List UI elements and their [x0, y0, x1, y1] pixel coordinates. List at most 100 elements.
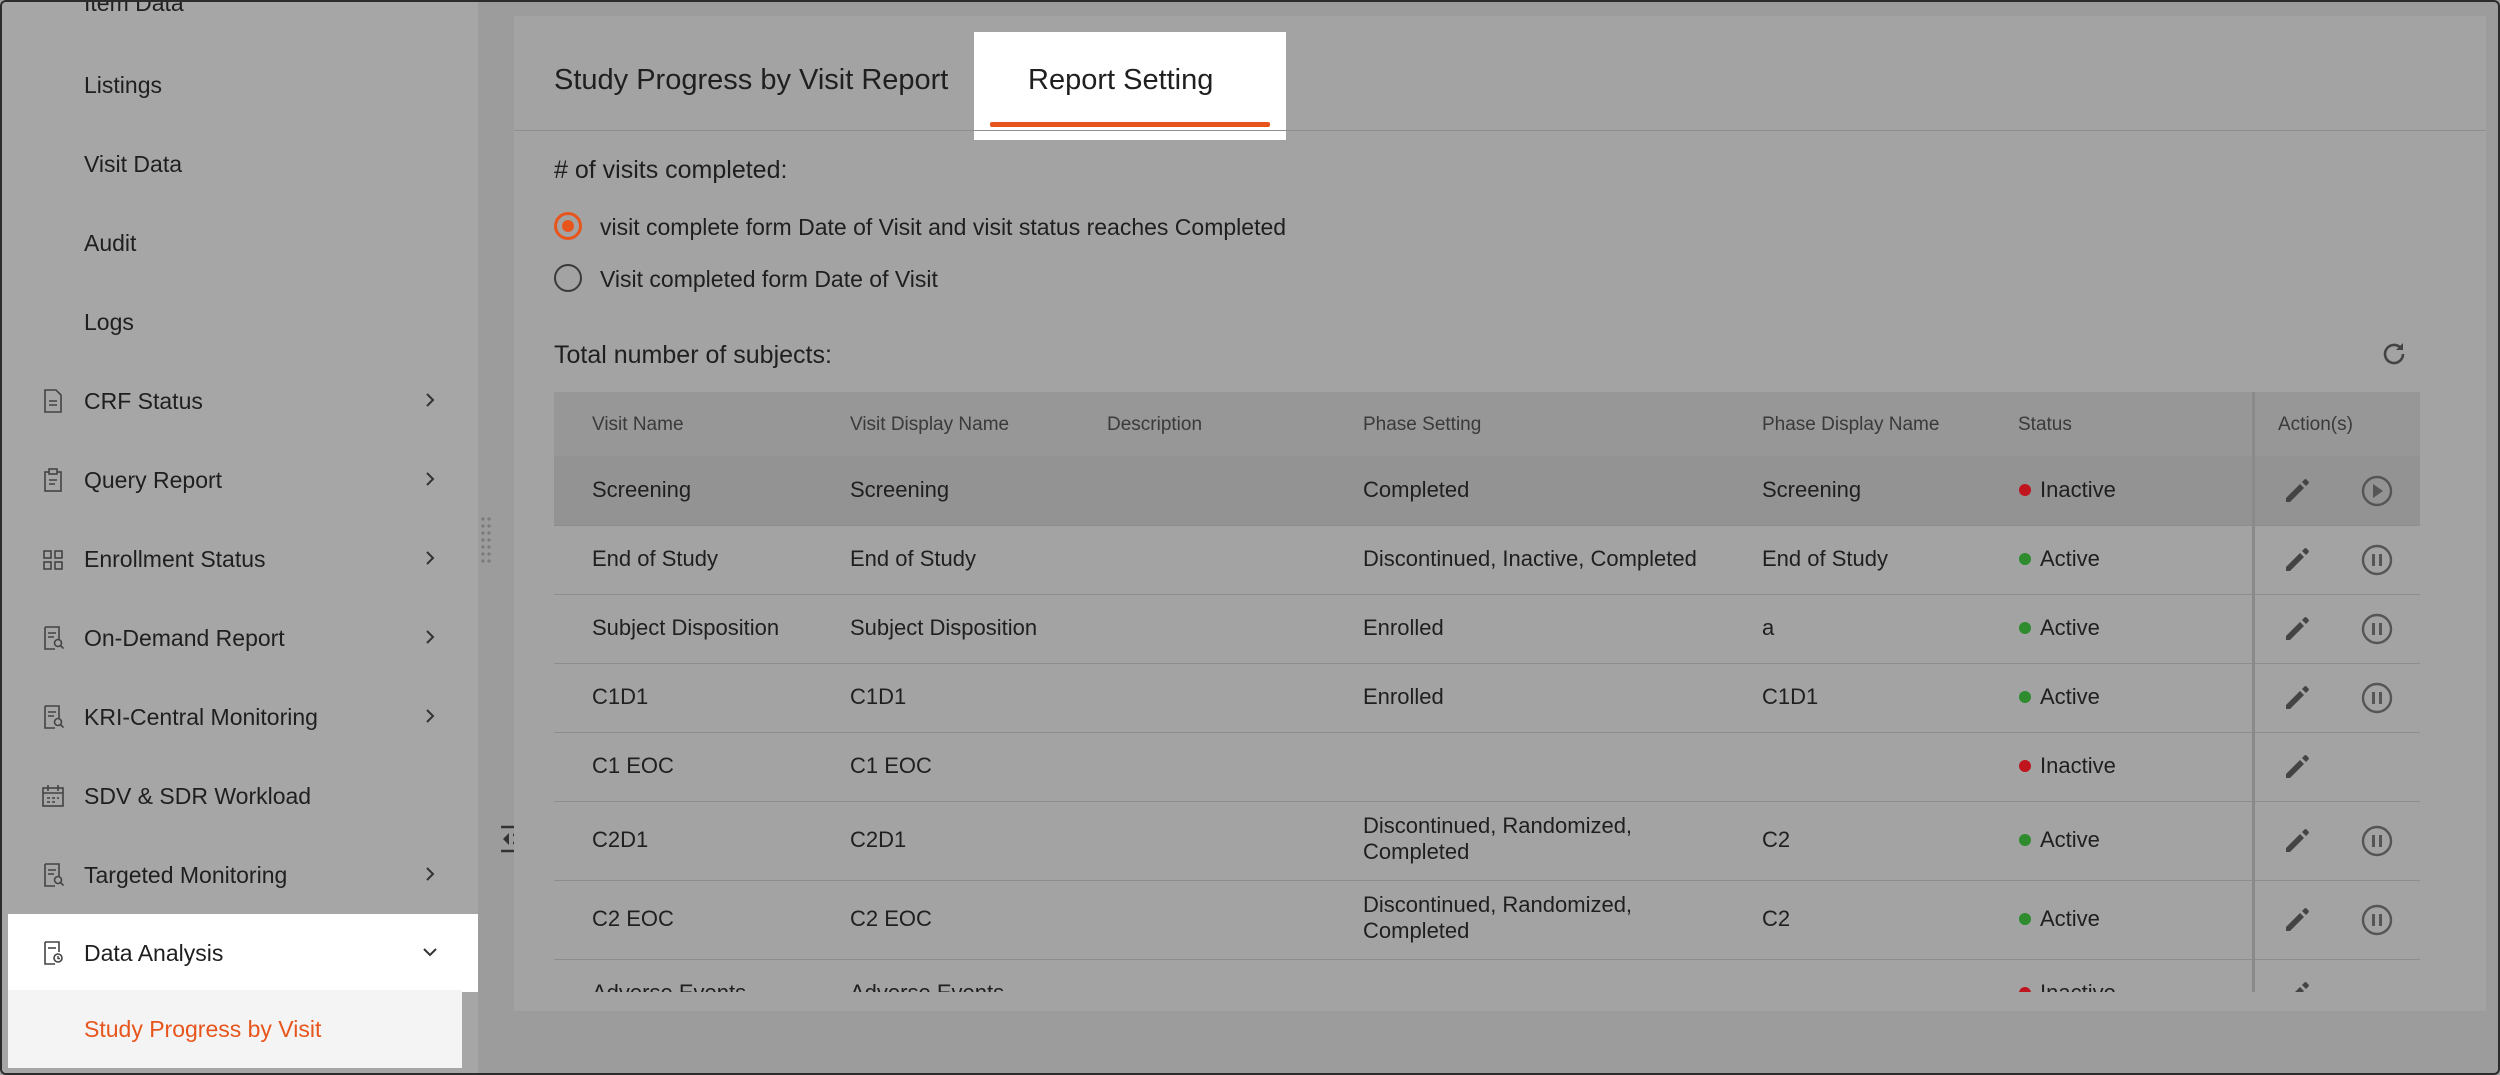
app-window: Item Data Listings Visit Data Audit Logs…: [0, 0, 2500, 1075]
sidebar-item-label: SDV & SDR Workload: [84, 782, 312, 809]
table-row[interactable]: C1 EOC C1 EOC Inactive: [554, 732, 2420, 802]
chevron-right-icon: [426, 630, 435, 644]
cell-visit-display-name: C2D1: [850, 827, 907, 852]
column-header-actions: Action(s): [2278, 414, 2353, 435]
status-dot-inactive: [2019, 484, 2031, 496]
grid-icon: [43, 550, 63, 570]
sidebar-item-label: Enrollment Status: [84, 545, 266, 572]
cell-status: Active: [2040, 546, 2100, 571]
pause-circle-icon[interactable]: [2360, 824, 2394, 858]
report-search-icon: [44, 705, 64, 729]
sidebar-item-label: On-Demand Report: [84, 624, 285, 651]
tab-report-setting[interactable]: Report Setting: [974, 32, 1286, 140]
cell-status: Active: [2040, 615, 2100, 640]
edit-pencil-icon[interactable]: [2282, 905, 2312, 935]
tab-active-indicator: [990, 122, 1270, 127]
sidebar-subitem-visit-data[interactable]: Visit Data: [84, 151, 182, 178]
cell-status: Inactive: [2040, 980, 2116, 992]
cell-status: Active: [2040, 906, 2100, 931]
edit-pencil-icon[interactable]: [2282, 979, 2312, 992]
sidebar-item-label: KRI-Central Monitoring: [84, 703, 318, 730]
cell-status: Active: [2040, 684, 2100, 709]
cell-status: Inactive: [2040, 477, 2116, 502]
sidebar-item-sdv-sdr-workload[interactable]: SDV & SDR Workload: [2, 757, 478, 835]
sidebar-item-label: Query Report: [84, 466, 223, 493]
chevron-right-icon: [426, 551, 435, 565]
sidebar-subitem-study-progress-by-visit[interactable]: Study Progress by Visit: [8, 990, 462, 1068]
tab-label: Report Setting: [1028, 64, 1214, 96]
table-row[interactable]: Adverse Events Adverse Events Inactive: [554, 959, 2420, 992]
visit-table: Visit Name Visit Display Name Descriptio…: [554, 392, 2420, 992]
cell-visit-name: C2 EOC: [592, 906, 674, 931]
cell-visit-display-name: End of Study: [850, 546, 976, 571]
sidebar-item-data-analysis[interactable]: Data Analysis: [8, 914, 478, 992]
sidebar-item-query-report[interactable]: Query Report: [2, 441, 478, 519]
refresh-icon[interactable]: [2378, 338, 2410, 370]
radio-visit-status-completed[interactable]: [554, 212, 582, 240]
column-header-phase-display-name: Phase Display Name: [1762, 414, 1940, 435]
status-dot-inactive: [2019, 760, 2031, 772]
cell-visit-display-name: C1 EOC: [850, 753, 932, 778]
cell-phase-setting-line1: Discontinued, Randomized,: [1363, 892, 1633, 917]
edit-pencil-icon[interactable]: [2282, 752, 2312, 782]
column-header-visit-name: Visit Name: [592, 414, 684, 435]
table-row[interactable]: End of Study End of Study Discontinued, …: [554, 525, 2420, 595]
sidebar-subitem-logs[interactable]: Logs: [84, 309, 134, 336]
cell-visit-name: C2D1: [592, 827, 649, 852]
column-header-description: Description: [1107, 414, 1203, 435]
report-search-icon: [44, 863, 64, 887]
sidebar-item-targeted-monitoring[interactable]: Targeted Monitoring: [2, 836, 478, 914]
sidebar: Item Data Listings Visit Data Audit Logs…: [2, 2, 478, 1073]
tab-study-progress-report[interactable]: Study Progress by Visit Report: [554, 64, 948, 97]
radio-label[interactable]: Visit completed form Date of Visit: [600, 266, 938, 293]
pause-circle-icon[interactable]: [2360, 543, 2394, 577]
cell-status: Inactive: [2040, 753, 2116, 778]
edit-pencil-icon[interactable]: [2282, 683, 2312, 713]
sidebar-resize-handle[interactable]: [480, 516, 492, 566]
cell-visit-display-name: C2 EOC: [850, 906, 932, 931]
table-row[interactable]: C2D1 C2D1 Discontinued, Randomized, Comp…: [554, 801, 2420, 881]
cell-phase-display-name: End of Study: [1762, 546, 1888, 571]
cell-phase-setting: Enrolled: [1363, 684, 1444, 709]
cell-phase-setting: Enrolled: [1363, 615, 1444, 640]
sidebar-item-on-demand-report[interactable]: On-Demand Report: [2, 599, 478, 677]
pause-circle-icon[interactable]: [2360, 681, 2394, 715]
table-row[interactable]: C2 EOC C2 EOC Discontinued, Randomized, …: [554, 880, 2420, 960]
column-header-phase-setting: Phase Setting: [1363, 414, 1482, 435]
cell-visit-name: Subject Disposition: [592, 615, 780, 640]
sidebar-subitem-audit[interactable]: Audit: [84, 230, 136, 257]
edit-pencil-icon[interactable]: [2282, 614, 2312, 644]
sidebar-subitem-listings[interactable]: Listings: [84, 72, 162, 99]
radio-label[interactable]: visit complete form Date of Visit and vi…: [600, 214, 1286, 241]
status-dot-active: [2019, 553, 2031, 565]
sidebar-item-label: Data Analysis: [84, 939, 224, 966]
play-circle-icon[interactable]: [2360, 474, 2394, 508]
table-row[interactable]: Subject Disposition Subject Disposition …: [554, 594, 2420, 664]
analysis-doc-icon: [44, 941, 63, 965]
edit-pencil-icon[interactable]: [2282, 545, 2312, 575]
sidebar-item-crf-status[interactable]: CRF Status: [2, 362, 478, 440]
table-row[interactable]: Screening Screening Completed Screening …: [554, 456, 2420, 526]
edit-pencil-icon[interactable]: [2282, 826, 2312, 856]
sidebar-item-enrollment-status[interactable]: Enrollment Status: [2, 520, 478, 598]
cell-visit-display-name: C1D1: [850, 684, 907, 709]
table-row[interactable]: C1D1 C1D1 Enrolled C1D1 Active: [554, 663, 2420, 733]
pause-circle-icon[interactable]: [2360, 612, 2394, 646]
visits-completed-title: # of visits completed:: [554, 156, 788, 184]
edit-pencil-icon[interactable]: [2282, 476, 2312, 506]
cell-status: Active: [2040, 827, 2100, 852]
cell-visit-name: Screening: [592, 477, 692, 502]
cell-visit-name: End of Study: [592, 546, 718, 571]
sidebar-item-label: Targeted Monitoring: [84, 861, 288, 888]
sidebar-subitem-item-data[interactable]: Item Data: [84, 2, 184, 17]
pause-circle-icon[interactable]: [2360, 903, 2394, 937]
status-dot-active: [2019, 691, 2031, 703]
cell-phase-display-name: a: [1762, 615, 1775, 640]
radio-visit-date-only[interactable]: [554, 264, 582, 292]
chevron-right-icon: [426, 393, 435, 407]
status-dot-active: [2019, 834, 2031, 846]
sidebar-item-kri-central-monitoring[interactable]: KRI-Central Monitoring: [2, 678, 478, 756]
clipboard-icon: [44, 468, 62, 492]
cell-phase-setting: Discontinued, Inactive, Completed: [1363, 546, 1697, 571]
sidebar-subitem-label: Study Progress by Visit: [84, 1016, 322, 1042]
